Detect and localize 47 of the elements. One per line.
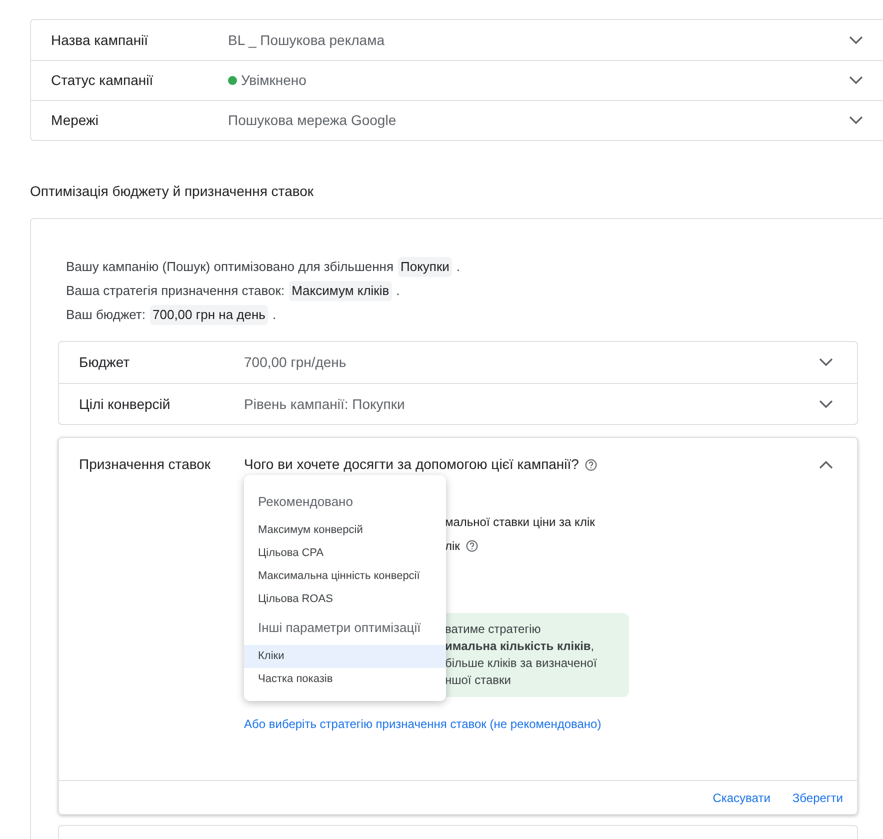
help-icon[interactable] <box>584 458 597 470</box>
menu-item[interactable]: Максимальна цінність конверсії <box>244 565 446 588</box>
menu-item[interactable]: Кліки <box>244 645 446 668</box>
menu-item[interactable]: Цільова ROAS <box>244 588 446 611</box>
cancel-button[interactable]: Скасувати <box>712 788 770 806</box>
row-label: Бюджет <box>79 353 131 372</box>
chevron-down-icon[interactable] <box>849 116 863 125</box>
summary-period: . <box>456 258 460 276</box>
row-value: Рівень кампанії: Покупки <box>244 394 406 414</box>
chevron-up-icon[interactable] <box>819 460 833 469</box>
row-label: Мережі <box>51 111 100 130</box>
row-label: Статус кампанії <box>51 71 154 90</box>
row-value: 700,00 грн/день <box>244 353 348 372</box>
info-text: имальна кількість кліків, <box>445 638 596 655</box>
info-text: більше кліків за визначеної <box>445 655 598 672</box>
menu-heading: Інші параметри оптимізації <box>257 619 422 638</box>
menu-item[interactable]: Максимум конверсій <box>244 519 446 542</box>
chevron-down-icon[interactable] <box>849 76 863 85</box>
row-label: Назва кампанії <box>51 30 150 50</box>
row-value: Увімкнено <box>241 71 306 90</box>
summary-chip: Покупки <box>398 257 452 277</box>
menu-heading: Рекомендовано <box>257 493 354 512</box>
option-text: лік <box>445 538 460 555</box>
info-text: ншої ставки <box>445 672 512 689</box>
summary-period: . <box>396 282 400 300</box>
menu-item[interactable]: Частка показів <box>244 668 446 691</box>
save-button[interactable]: Зберегти <box>792 788 843 806</box>
menu-item[interactable]: Цільова CPA <box>244 542 446 565</box>
chevron-down-icon[interactable] <box>819 400 833 408</box>
summary-text: Вашу кампанію (Пошук) оптимізовано для збільшення <box>66 258 394 276</box>
summary-period: . <box>272 306 276 324</box>
summary-chip: Максимум кліків <box>288 281 392 301</box>
summary-text: Ваша стратегія призначення ставок: <box>66 282 285 300</box>
strategy-link[interactable]: Або виберіть стратегію призначення ставок (не рекомендовано) <box>244 715 819 733</box>
section-title: Оптимізація бюджету й призначення ставок <box>30 182 315 201</box>
row-value: BL _ Пошукова реклама <box>228 30 384 50</box>
option-text: мальної ставки ціни за клік <box>445 514 595 531</box>
info-text: ватиме стратегію <box>445 621 542 638</box>
help-icon[interactable] <box>466 540 478 552</box>
row-label: Призначення ставок <box>79 455 212 474</box>
chevron-down-icon[interactable] <box>819 358 833 367</box>
question-text: Чого ви хочете досягти за допомогою цієї кампанії? <box>244 455 579 474</box>
row-value: Пошукова мережа Google <box>228 111 396 130</box>
chevron-down-icon[interactable] <box>849 36 863 44</box>
summary-text: Ваш бюджет: <box>66 306 146 324</box>
summary-chip: 700,00 грн на день <box>150 305 268 325</box>
row-label: Цілі конверсій <box>79 394 172 414</box>
